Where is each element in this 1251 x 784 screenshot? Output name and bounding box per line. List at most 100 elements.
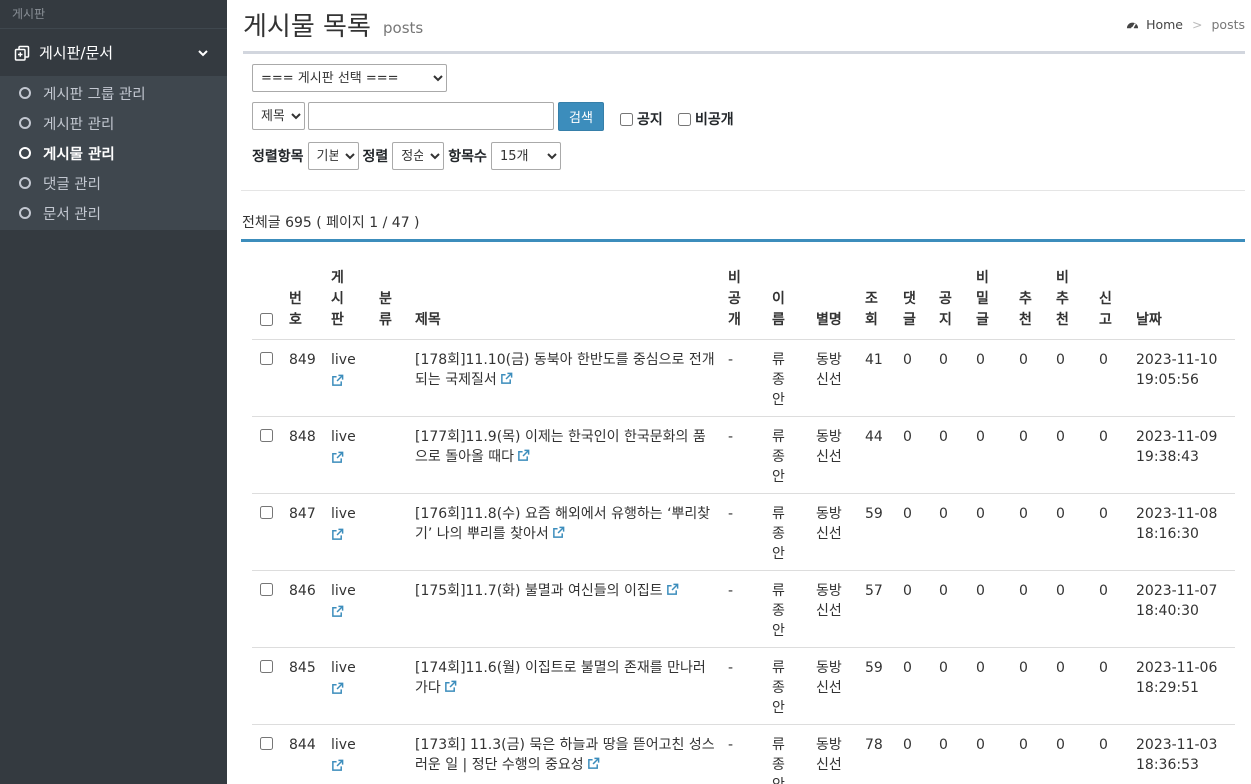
table-row: 848 live [177회]11.9(목) 이제는 한국인이 한국문화의 품으… — [252, 417, 1235, 494]
cell-comments: 0 — [903, 737, 912, 753]
row-checkbox[interactable] — [260, 737, 273, 750]
sort-field-select[interactable]: 기본 — [307, 142, 359, 170]
external-link-icon[interactable] — [587, 757, 600, 770]
cell-notice: 0 — [939, 506, 948, 522]
time-text: 18:36:53 — [1136, 757, 1199, 773]
post-title-link[interactable]: [175회]11.7(화) 불멸과 여신들의 이집트 — [415, 583, 663, 599]
cell-views: 59 — [865, 660, 883, 676]
col-category: 분류 — [379, 291, 392, 328]
post-title-link[interactable]: [178회]11.10(금) 동북아 한반도를 중심으로 전개되는 국제질서 — [415, 352, 715, 388]
cell-no: 847 — [289, 506, 316, 522]
cell-recommend: 0 — [1019, 506, 1028, 522]
private-checkbox[interactable] — [678, 112, 691, 126]
cell-name: 류종안 — [772, 737, 785, 784]
table-row: 846 live [175회]11.7(화) 불멸과 여신들의 이집트 - 류종… — [252, 571, 1235, 648]
external-link-icon[interactable] — [331, 759, 344, 772]
sidebar-header: 게시판 — [12, 7, 46, 21]
cell-no: 849 — [289, 352, 316, 368]
external-link-icon[interactable] — [331, 682, 344, 695]
external-link-icon[interactable] — [331, 528, 344, 541]
cell-unrecommend: 0 — [1056, 583, 1065, 599]
breadcrumb-home-link[interactable]: Home — [1146, 17, 1183, 32]
cell-nick: 동방신선 — [816, 660, 842, 696]
board-link[interactable]: live — [331, 352, 356, 368]
search-field-select[interactable]: 제목 — [252, 102, 305, 130]
col-date: 날짜 — [1136, 312, 1162, 328]
cell-board: live — [331, 427, 356, 464]
total-count: 전체글 695 ( 페이지 1 / 47 ) — [242, 215, 420, 231]
cell-date: 2023-11-10 19:05:56 — [1136, 350, 1217, 390]
cell-report: 0 — [1099, 583, 1108, 599]
post-title-link[interactable]: [174회]11.6(월) 이집트로 불멸의 존재를 만나러 가다 — [415, 660, 706, 696]
divider — [241, 190, 1245, 191]
time-text: 19:38:43 — [1136, 449, 1199, 465]
sidebar-item-comments[interactable]: 댓글 관리 — [0, 168, 227, 198]
sidebar-submenu: 게시판 그룹 관리 게시판 관리 게시물 관리 댓글 관리 문서 관리 — [0, 76, 227, 230]
cell-private: - — [728, 352, 734, 368]
sidebar-item-board-group[interactable]: 게시판 그룹 관리 — [0, 78, 227, 108]
cell-name: 류종안 — [772, 506, 785, 562]
sidebar-item-documents[interactable]: 문서 관리 — [0, 198, 227, 228]
board-link[interactable]: live — [331, 737, 356, 753]
notice-checkbox[interactable] — [620, 112, 633, 126]
cell-private: - — [728, 660, 734, 676]
row-checkbox[interactable] — [260, 506, 273, 519]
notice-checkbox-label[interactable]: 공지 — [620, 109, 663, 129]
table-row: 847 live [176회]11.8(수) 요즘 해외에서 유행하는 ‘뿌리찾… — [252, 494, 1235, 571]
post-title-link[interactable]: [177회]11.9(목) 이제는 한국인이 한국문화의 품으로 돌아올 때다 — [415, 429, 706, 465]
circle-icon — [19, 147, 31, 159]
cell-name: 류종안 — [772, 583, 785, 639]
board-link[interactable]: live — [331, 660, 356, 676]
sidebar-item-label: 게시판 그룹 관리 — [43, 86, 146, 103]
external-link-icon[interactable] — [331, 451, 344, 464]
sidebar-item-board[interactable]: 게시판 관리 — [0, 108, 227, 138]
cell-name: 류종안 — [772, 429, 785, 485]
time-text: 18:40:30 — [1136, 603, 1199, 619]
private-checkbox-label[interactable]: 비공개 — [678, 109, 734, 129]
circle-icon — [19, 207, 31, 219]
post-title-link[interactable]: [173회] 11.3(금) 묵은 하늘과 땅을 뜯어고친 성스러운 일 | 정… — [415, 737, 715, 773]
board-select[interactable]: === 게시판 선택 === — [252, 64, 447, 92]
external-link-icon[interactable] — [552, 526, 565, 539]
breadcrumb-separator: > — [1192, 17, 1203, 32]
time-text: 19:05:56 — [1136, 372, 1199, 388]
row-checkbox[interactable] — [260, 660, 273, 673]
row-checkbox[interactable] — [260, 583, 273, 596]
date-text: 2023-11-07 — [1136, 583, 1218, 599]
search-button[interactable]: 검색 — [558, 102, 604, 131]
breadcrumb: Home > posts — [1126, 17, 1245, 32]
cell-comments: 0 — [903, 506, 912, 522]
board-link[interactable]: live — [331, 506, 356, 522]
external-link-icon[interactable] — [666, 583, 679, 596]
col-title: 제목 — [415, 312, 441, 328]
board-link[interactable]: live — [331, 583, 356, 599]
col-recommend: 추천 — [1019, 291, 1032, 328]
sidebar-group-board-docs[interactable]: 게시판/문서 — [0, 28, 227, 76]
row-checkbox[interactable] — [260, 429, 273, 442]
cell-unrecommend: 0 — [1056, 660, 1065, 676]
external-link-icon[interactable] — [331, 605, 344, 618]
select-all-checkbox[interactable] — [260, 313, 273, 326]
sort-field-label: 정렬항목 — [252, 149, 304, 165]
date-text: 2023-11-09 — [1136, 429, 1218, 445]
page-size-select[interactable]: 15개 — [490, 142, 561, 170]
cell-date: 2023-11-07 18:40:30 — [1136, 581, 1217, 621]
col-unrecommend: 비추천 — [1056, 270, 1069, 328]
cell-report: 0 — [1099, 660, 1108, 676]
row-checkbox[interactable] — [260, 352, 273, 365]
posts-table: 번호 게시판 분류 제목 비공개 이름 별명 조회 댓글 공지 비밀글 추천 비… — [252, 265, 1235, 784]
cell-comments: 0 — [903, 660, 912, 676]
external-link-icon[interactable] — [444, 680, 457, 693]
sort-order-select[interactable]: 정순 — [392, 142, 445, 170]
board-link[interactable]: live — [331, 429, 356, 445]
search-input[interactable] — [308, 102, 554, 130]
cell-title: [177회]11.9(목) 이제는 한국인이 한국문화의 품으로 돌아올 때다 — [415, 427, 715, 467]
sidebar-item-posts[interactable]: 게시물 관리 — [0, 138, 227, 168]
chevron-down-icon[interactable] — [197, 47, 209, 59]
cell-date: 2023-11-06 18:29:51 — [1136, 658, 1217, 698]
external-link-icon[interactable] — [500, 372, 513, 385]
cell-recommend: 0 — [1019, 737, 1028, 753]
external-link-icon[interactable] — [331, 374, 344, 387]
cell-private: - — [728, 506, 734, 522]
external-link-icon[interactable] — [517, 449, 530, 462]
